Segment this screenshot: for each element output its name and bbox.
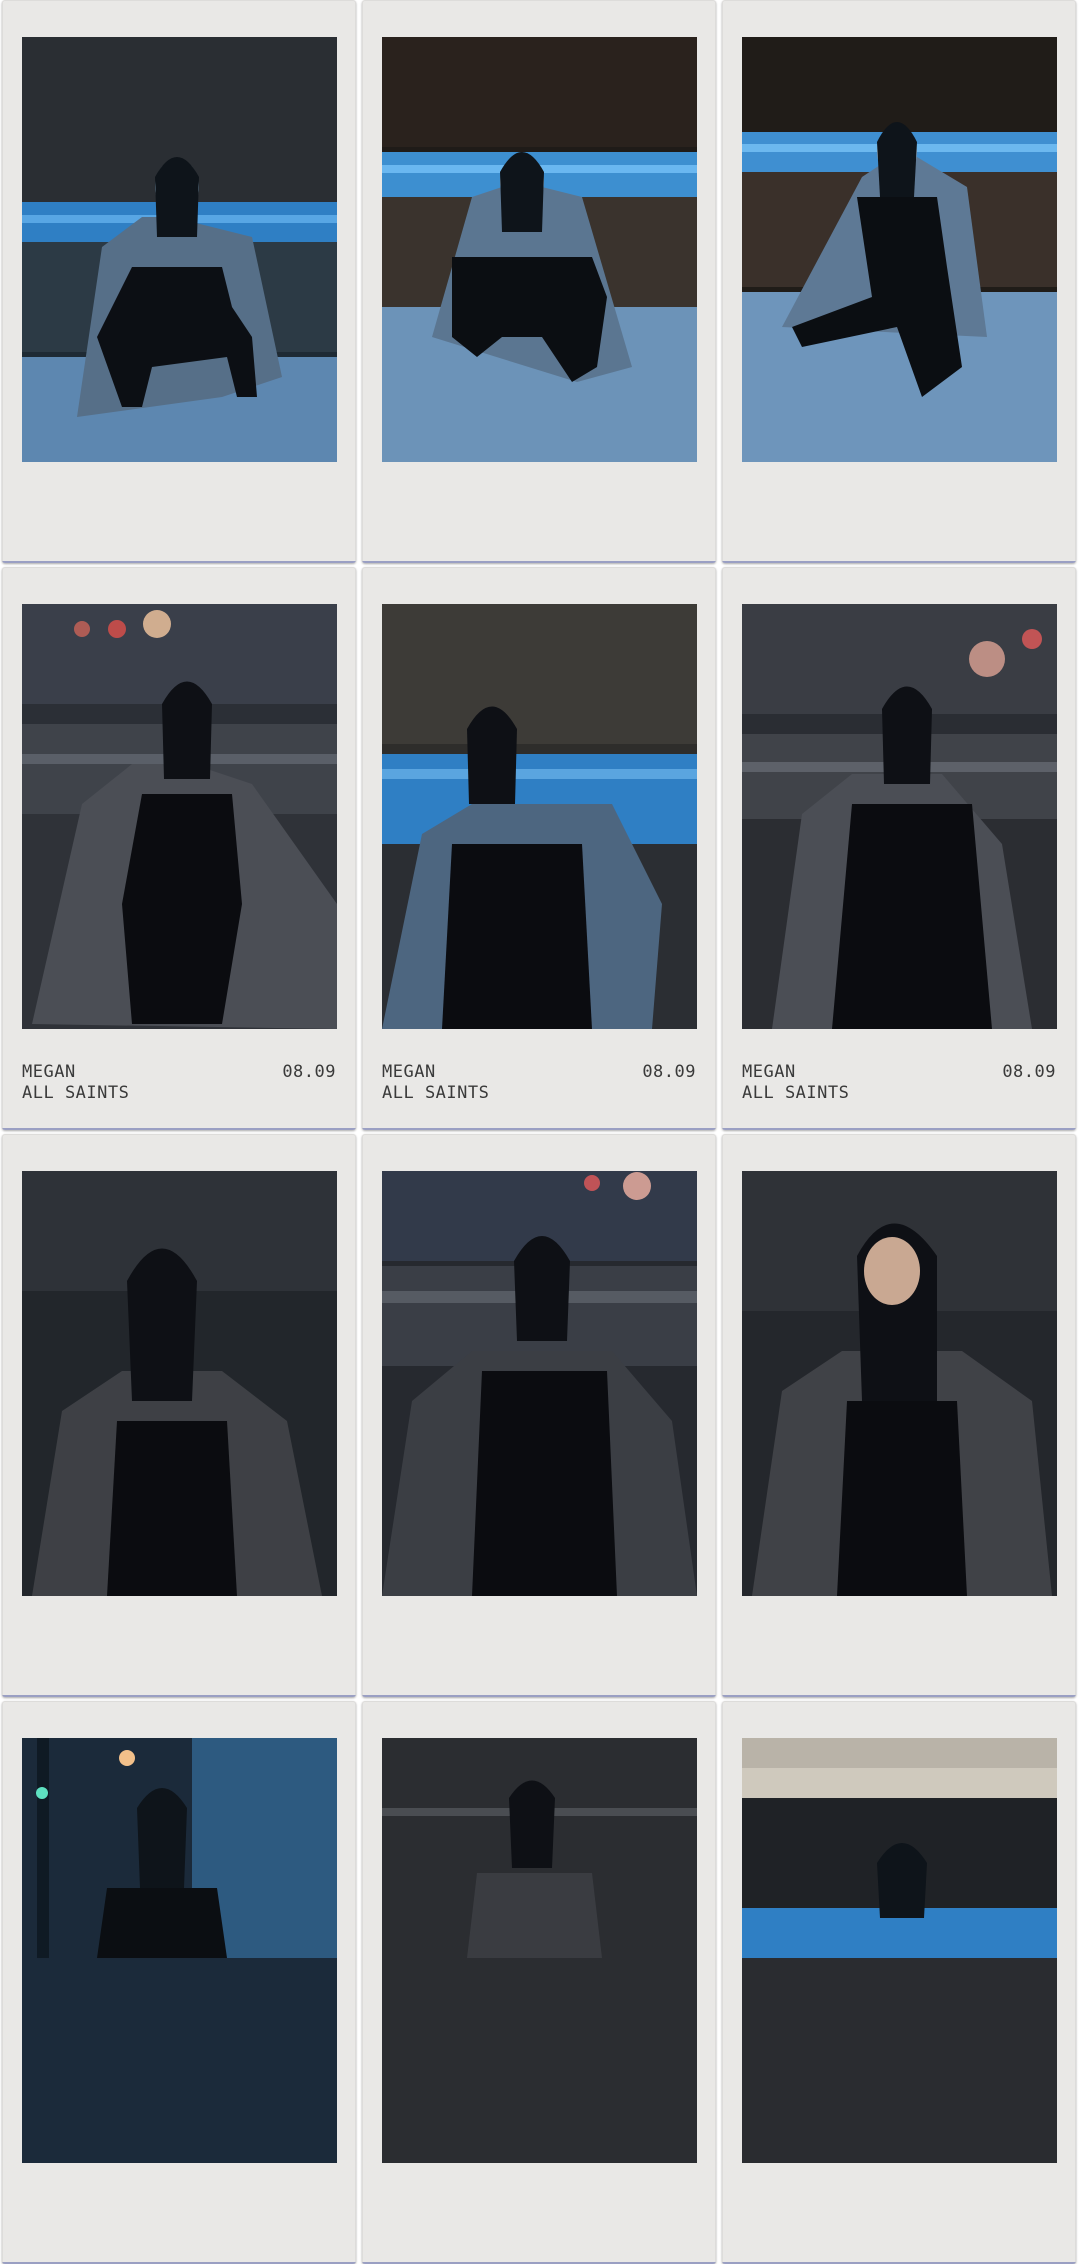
polaroid-card[interactable]: MEGAN 08.09 ALL SAINTS bbox=[362, 567, 716, 1130]
photo[interactable] bbox=[22, 1738, 337, 2163]
photo[interactable] bbox=[382, 604, 697, 1029]
polaroid-card[interactable] bbox=[362, 1701, 716, 2264]
polaroid-card[interactable] bbox=[722, 1701, 1076, 2264]
polaroid-grid: MEGAN 08.09 ALL SAINTS MEGAN 08.09 ALL S… bbox=[0, 0, 1080, 2264]
photo[interactable] bbox=[742, 37, 1057, 462]
caption-date: 08.09 bbox=[282, 1062, 336, 1082]
polaroid-card[interactable]: MEGAN 08.09 ALL SAINTS bbox=[2, 567, 356, 1130]
photo[interactable] bbox=[382, 1738, 697, 2163]
caption-name: MEGAN bbox=[22, 1062, 76, 1082]
caption-date: 08.09 bbox=[642, 1062, 696, 1082]
caption-name: MEGAN bbox=[742, 1062, 796, 1082]
photo[interactable] bbox=[382, 37, 697, 462]
caption-brand: ALL SAINTS bbox=[742, 1083, 850, 1103]
photo[interactable] bbox=[22, 604, 337, 1029]
caption-brand: ALL SAINTS bbox=[382, 1083, 490, 1103]
photo[interactable] bbox=[22, 1171, 337, 1596]
polaroid-card[interactable] bbox=[2, 1134, 356, 1697]
photo[interactable] bbox=[742, 1171, 1057, 1596]
polaroid-card[interactable] bbox=[362, 0, 716, 563]
photo[interactable] bbox=[382, 1171, 697, 1596]
polaroid-card[interactable] bbox=[2, 1701, 356, 2264]
polaroid-card[interactable] bbox=[722, 1134, 1076, 1697]
polaroid-card[interactable]: MEGAN 08.09 ALL SAINTS bbox=[722, 567, 1076, 1130]
photo[interactable] bbox=[22, 37, 337, 462]
polaroid-card[interactable] bbox=[722, 0, 1076, 563]
caption-date: 08.09 bbox=[1002, 1062, 1056, 1082]
polaroid-card[interactable] bbox=[362, 1134, 716, 1697]
caption-name: MEGAN bbox=[382, 1062, 436, 1082]
photo[interactable] bbox=[742, 604, 1057, 1029]
polaroid-card[interactable] bbox=[2, 0, 356, 563]
photo[interactable] bbox=[742, 1738, 1057, 2163]
caption-brand: ALL SAINTS bbox=[22, 1083, 130, 1103]
